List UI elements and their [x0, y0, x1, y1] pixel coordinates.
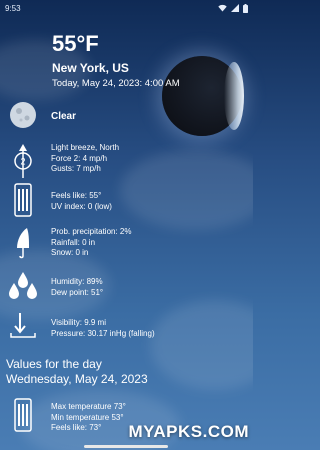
- pressure-arrow-icon: [10, 313, 36, 338]
- status-time: 9:53: [5, 3, 21, 13]
- precipitation-row: Prob. precipitation: 2% Rainfall: 0 in S…: [0, 226, 253, 260]
- max-temperature: Max temperature 73°: [51, 402, 126, 411]
- current-temperature: 55°F: [52, 31, 99, 56]
- wind-direction-icon: 2: [14, 144, 32, 178]
- droplets-icon: [9, 272, 37, 299]
- wind-description: Light breeze, North: [51, 143, 120, 152]
- wifi-icon: [218, 4, 227, 12]
- wind-force: Force 2: 4 mp/h: [51, 153, 108, 163]
- wind-gusts: Gusts: 7 mp/h: [51, 164, 101, 173]
- day-temperature-details: Max temperature 73° Min temperature 53° …: [46, 398, 126, 434]
- visibility-value: Visibility: 9.9 mi: [51, 318, 106, 327]
- feels-like-row: Feels like: 55° UV index: 0 (low): [0, 183, 253, 217]
- gesture-nav-bar[interactable]: [84, 445, 168, 448]
- day-section-title: Values for the day: [6, 357, 102, 371]
- min-temperature: Min temperature 53°: [51, 412, 124, 422]
- feels-like-details: Feels like: 55° UV index: 0 (low): [46, 183, 112, 217]
- uv-index-value: UV index: 0 (low): [51, 201, 112, 211]
- precipitation-details: Prob. precipitation: 2% Rainfall: 0 in S…: [46, 226, 132, 260]
- thermometer-icon: [14, 183, 32, 217]
- visibility-row: Visibility: 9.9 mi Pressure: 30.17 inHg …: [0, 311, 253, 341]
- current-weather-header: 55°F New York, US Today, May 24, 2023: 4…: [52, 31, 180, 89]
- humidity-details: Humidity: 89% Dew point: 51°: [46, 270, 103, 300]
- feels-like-value: Feels like: 55°: [51, 191, 102, 200]
- thermometer-icon: [14, 398, 32, 432]
- wind-direction-value: 2: [20, 157, 25, 167]
- day-feels-like: Feels like: 73°: [51, 423, 102, 432]
- umbrella-icon: [17, 228, 29, 259]
- battery-icon: [243, 3, 248, 13]
- forecast-datetime: Today, May 24, 2023: 4:00 AM: [52, 78, 180, 89]
- rainfall-value: Rainfall: 0 in: [51, 237, 96, 247]
- moon-phase-icon: [10, 102, 36, 128]
- status-bar: 9:53: [0, 0, 253, 16]
- condition-label: Clear: [51, 111, 77, 122]
- watermark-text: MYAPKS.COM: [128, 422, 249, 441]
- dew-point-value: Dew point: 51°: [51, 287, 104, 297]
- precipitation-probability: Prob. precipitation: 2%: [51, 227, 132, 236]
- humidity-row: Humidity: 89% Dew point: 51°: [0, 270, 253, 300]
- wind-row: 2 Light breeze, North Force 2: 4 mp/h Gu…: [0, 143, 253, 179]
- snow-value: Snow: 0 in: [51, 248, 89, 257]
- wind-details: Light breeze, North Force 2: 4 mp/h Gust…: [46, 143, 119, 179]
- day-section-date: Wednesday, May 24, 2023: [6, 372, 148, 386]
- condition-row: Clear: [0, 100, 253, 134]
- cell-signal-icon: [231, 4, 239, 12]
- visibility-details: Visibility: 9.9 mi Pressure: 30.17 inHg …: [46, 311, 155, 341]
- humidity-value: Humidity: 89%: [51, 277, 103, 286]
- location-name[interactable]: New York, US: [52, 61, 180, 75]
- pressure-value: Pressure: 30.17 inHg (falling): [51, 328, 155, 338]
